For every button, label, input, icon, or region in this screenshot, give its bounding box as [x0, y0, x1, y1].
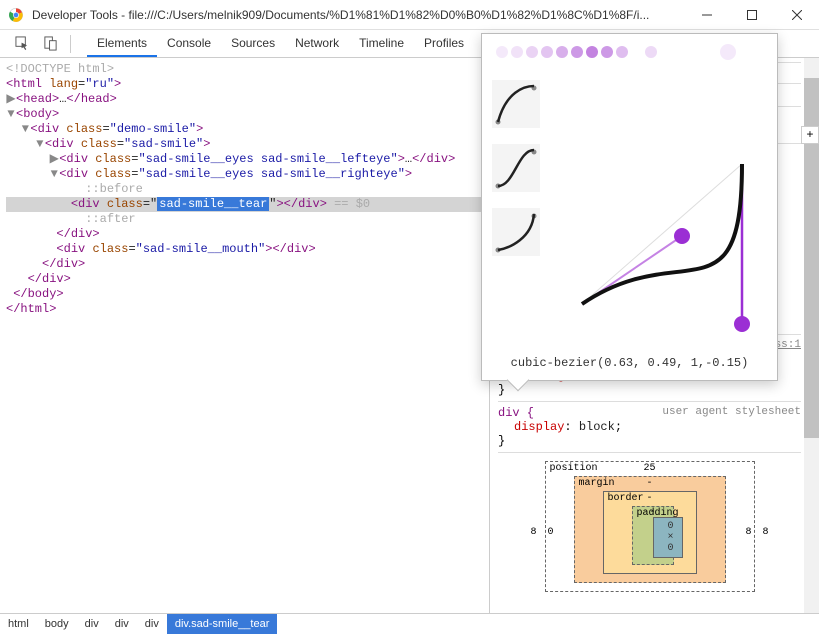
- window-titlebar: Developer Tools - file:///C:/Users/melni…: [0, 0, 819, 30]
- close-button[interactable]: [774, 0, 819, 30]
- crumb-active[interactable]: div.sad-smile__tear: [167, 614, 278, 634]
- inspect-icon[interactable]: [8, 30, 36, 58]
- window-title: Developer Tools - file:///C:/Users/melni…: [32, 8, 684, 22]
- tab-timeline[interactable]: Timeline: [349, 30, 414, 57]
- crumb-body[interactable]: body: [37, 614, 77, 634]
- preset-ease-out[interactable]: [492, 80, 540, 128]
- dom-doctype[interactable]: <!DOCTYPE html>: [6, 62, 489, 77]
- bezier-value-label: cubic-bezier(0.63, 0.49, 1,-0.15): [482, 356, 777, 370]
- crumb-div[interactable]: div: [107, 614, 137, 634]
- control-point-1[interactable]: [674, 228, 690, 244]
- user-agent-label: user agent stylesheet: [662, 406, 801, 418]
- tab-profiles[interactable]: Profiles: [414, 30, 474, 57]
- bezier-editor-popup[interactable]: cubic-bezier(0.63, 0.49, 1,-0.15): [481, 33, 778, 381]
- animation-preview: [482, 34, 777, 70]
- device-icon[interactable]: [36, 30, 64, 58]
- crumb-div[interactable]: div: [77, 614, 107, 634]
- tab-console[interactable]: Console: [157, 30, 221, 57]
- panel-tabs: Elements Console Sources Network Timelin…: [87, 30, 533, 57]
- preset-ease-in-out[interactable]: [492, 144, 540, 192]
- control-point-2[interactable]: [734, 316, 750, 332]
- bezier-curve-editor[interactable]: [572, 94, 757, 334]
- minimize-button[interactable]: [684, 0, 729, 30]
- dom-selected-node[interactable]: <div class="sad-smile__tear"></div> == $…: [6, 197, 489, 212]
- bezier-presets: [492, 80, 552, 272]
- preset-ease-in[interactable]: [492, 208, 540, 256]
- crumb-html[interactable]: html: [0, 614, 37, 634]
- box-model[interactable]: position 25 margin - border - padding - …: [545, 461, 755, 592]
- add-rule-button[interactable]: +: [801, 126, 819, 144]
- breadcrumb: html body div div div div.sad-smile__tea…: [0, 613, 819, 633]
- crumb-div[interactable]: div: [137, 614, 167, 634]
- dom-tree[interactable]: <!DOCTYPE html> <html lang="ru"> ▶<head>…: [0, 58, 489, 613]
- maximize-button[interactable]: [729, 0, 774, 30]
- tab-network[interactable]: Network: [285, 30, 349, 57]
- divider: [70, 35, 71, 53]
- chrome-icon: [8, 7, 24, 23]
- tab-elements[interactable]: Elements: [87, 30, 157, 57]
- tab-sources[interactable]: Sources: [221, 30, 285, 57]
